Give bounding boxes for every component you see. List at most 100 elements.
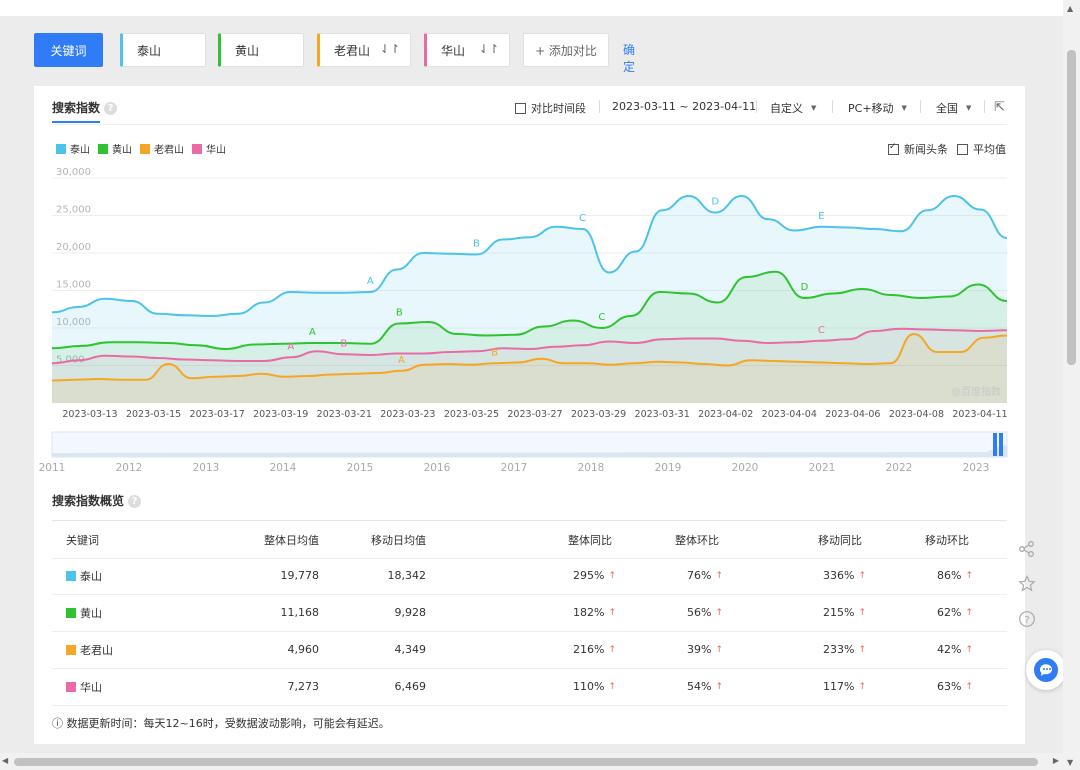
- value-cell: 215% ↑: [752, 594, 866, 631]
- value-cell: 117% ↑: [752, 668, 866, 705]
- value-text: 117%: [823, 680, 855, 693]
- value-text: 9,928: [394, 606, 427, 619]
- watermark-text: @百度指数: [951, 385, 1001, 398]
- keyword-chip-label: 华山: [441, 43, 466, 58]
- keyword-color-swatch: [66, 570, 76, 581]
- keyword-label: 泰山: [80, 569, 102, 583]
- value-text: 233%: [823, 643, 855, 656]
- event-marker: B: [491, 347, 498, 358]
- keyword-chip-taishan[interactable]: 泰山: [120, 33, 206, 67]
- event-marker: C: [598, 312, 605, 323]
- x-tick-label: 2023-03-27: [507, 409, 562, 420]
- value-text: 86%: [937, 569, 962, 582]
- event-marker: A: [309, 327, 316, 338]
- navigator-year-label: 2023: [963, 462, 990, 474]
- value-text: 336%: [823, 569, 855, 582]
- confirm-link[interactable]: 确定: [623, 41, 635, 75]
- navigator-year-label: 2018: [578, 462, 605, 474]
- search-index-chart[interactable]: 30,00025,00020,00015,00010,0005,000ABCDE…: [34, 86, 1025, 486]
- column-header: 整体日均值: [264, 533, 319, 547]
- scroll-down-icon[interactable]: ▼: [1067, 758, 1073, 767]
- value-cell: 19,778: [202, 557, 320, 594]
- navigator-year-label: 2017: [501, 462, 528, 474]
- chat-assistant-button[interactable]: [1026, 650, 1066, 690]
- value-text: 19,778: [280, 569, 320, 582]
- event-marker: C: [818, 325, 825, 336]
- event-marker: A: [287, 341, 294, 352]
- scroll-right-icon[interactable]: ▶: [1053, 756, 1059, 765]
- x-tick-label: 2023-03-19: [253, 409, 308, 420]
- value-text: 4,960: [287, 643, 320, 656]
- arrow-up-icon: ↑: [965, 644, 973, 655]
- value-cell: 295% ↑: [492, 557, 616, 594]
- add-compare-button[interactable]: + 添加对比: [523, 33, 609, 67]
- event-marker: C: [579, 213, 586, 224]
- x-tick-label: 2023-03-31: [635, 409, 690, 420]
- value-cell: 336% ↑: [752, 557, 866, 594]
- horizontal-scrollbar[interactable]: ◀ ▶: [0, 753, 1063, 770]
- event-marker: D: [711, 197, 719, 208]
- navigator-year-label: 2016: [424, 462, 451, 474]
- chat-bubble-icon: [1034, 658, 1058, 682]
- arrow-up-icon: ↑: [858, 681, 866, 692]
- y-tick-label: 25,000: [56, 205, 91, 216]
- table-row: 华山 7,273 6,469 110% ↑ 54% ↑ 117% ↑ 63% ↑: [52, 668, 1007, 706]
- value-text: 18,342: [387, 569, 427, 582]
- keyword-chip-huangshan[interactable]: 黄山: [218, 33, 304, 67]
- keyword-chip-laojunshan[interactable]: 老君山 ⇃↾: [317, 33, 411, 67]
- column-header: 整体环比: [675, 533, 719, 547]
- x-tick-label: 2023-03-21: [317, 409, 372, 420]
- keyword-chip-label: 老君山: [334, 43, 371, 58]
- x-tick-label: 2023-04-06: [825, 409, 880, 420]
- value-cell: 182% ↑: [492, 594, 616, 631]
- event-marker: D: [801, 282, 809, 293]
- x-tick-label: 2023-04-02: [698, 409, 753, 420]
- value-cell: 42% ↑: [872, 631, 973, 668]
- vertical-scrollbar[interactable]: ▲ ▼: [1063, 0, 1080, 770]
- navigator-handle-right: [999, 433, 1003, 456]
- table-header-row: 关键词 整体日均值 移动日均值 整体同比 整体环比 移动同比 移动环比: [52, 520, 1007, 559]
- event-marker: A: [367, 276, 374, 287]
- scroll-thumb[interactable]: [1067, 50, 1076, 365]
- table-row: 泰山 19,778 18,342 295% ↑ 76% ↑ 336% ↑ 86% ↑: [52, 557, 1007, 595]
- keyword-chip-huashan[interactable]: 华山 ⇃↾: [424, 33, 510, 67]
- navigator-year-label: 2022: [886, 462, 913, 474]
- scroll-left-icon[interactable]: ◀: [2, 756, 8, 765]
- value-cell: 233% ↑: [752, 631, 866, 668]
- value-cell: 6,469: [320, 668, 427, 705]
- value-text: 7,273: [287, 680, 320, 693]
- column-header: 整体同比: [568, 533, 612, 547]
- x-tick-label: 2023-04-11: [952, 409, 1007, 420]
- share-icon[interactable]: [1013, 540, 1041, 564]
- navigator-year-label: 2020: [732, 462, 759, 474]
- x-tick-label: 2023-03-17: [190, 409, 245, 420]
- sort-icon[interactable]: ⇃↾: [380, 42, 400, 56]
- navigator-year-label: 2021: [809, 462, 836, 474]
- scroll-up-icon[interactable]: ▲: [1067, 4, 1073, 13]
- value-text: 110%: [573, 680, 605, 693]
- value-text: 295%: [573, 569, 605, 582]
- keyword-color-swatch: [66, 681, 76, 692]
- event-marker: B: [340, 338, 347, 349]
- table-row: 老君山 4,960 4,349 216% ↑ 39% ↑ 233% ↑ 42% ↑: [52, 631, 1007, 669]
- value-text: 182%: [573, 606, 605, 619]
- arrow-up-icon: ↑: [715, 681, 723, 692]
- keyword-cell: 黄山: [66, 594, 166, 631]
- column-header: 移动日均值: [371, 533, 426, 547]
- navigator-year-label: 2011: [39, 462, 66, 474]
- y-tick-label: 15,000: [56, 280, 91, 291]
- value-cell: 56% ↑: [612, 594, 723, 631]
- keyword-label: 老君山: [80, 643, 113, 657]
- help-icon[interactable]: ?: [128, 495, 142, 508]
- help-circle-icon[interactable]: ?: [1013, 610, 1041, 634]
- scroll-thumb[interactable]: [14, 758, 1038, 766]
- x-tick-label: 2023-03-29: [571, 409, 626, 420]
- table-row: 黄山 11,168 9,928 182% ↑ 56% ↑ 215% ↑ 62% ↑: [52, 594, 1007, 632]
- value-text: 216%: [573, 643, 605, 656]
- star-icon[interactable]: [1013, 575, 1041, 599]
- keyword-tab-button[interactable]: 关键词: [34, 33, 103, 67]
- value-cell: 9,928: [320, 594, 427, 631]
- keyword-cell: 华山: [66, 668, 166, 705]
- sort-icon[interactable]: ⇃↾: [479, 42, 499, 56]
- x-tick-label: 2023-03-13: [62, 409, 117, 420]
